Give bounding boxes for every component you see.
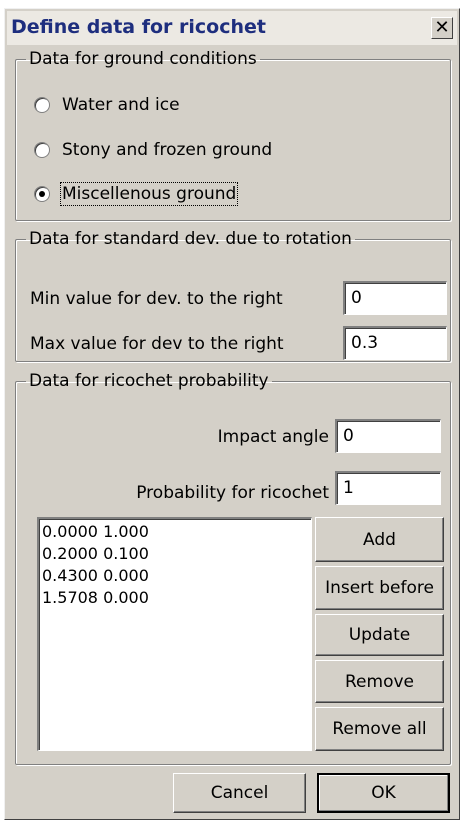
remove-all-button[interactable]: Remove all [315,707,444,751]
radio-button-icon[interactable] [34,142,50,158]
ok-button[interactable]: OK [317,773,450,813]
list-item[interactable]: 0.4300 0.000 [42,565,308,587]
radio-water-and-ice[interactable]: Water and ice [34,91,180,119]
rotation-deviation-group: Data for standard dev. due to rotation M… [15,229,451,362]
min-dev-label: Min value for dev. to the right [30,289,283,309]
probability-input[interactable]: 1 [335,471,441,505]
radio-stony-frozen-ground[interactable]: Stony and frozen ground [34,136,272,164]
cancel-button[interactable]: Cancel [173,773,306,813]
ricochet-probability-legend: Data for ricochet probability [29,371,269,391]
dialog-window: Define data for ricochet ✕ Data for grou… [4,8,460,820]
radio-button-selected-icon[interactable] [34,186,50,202]
radio-label: Miscellenous ground [59,182,239,206]
insert-before-button[interactable]: Insert before [315,566,444,610]
ricochet-data-listbox[interactable]: 0.0000 1.000 0.2000 0.100 0.4300 0.000 1… [37,517,312,751]
radio-miscellenous-ground[interactable]: Miscellenous ground [34,180,239,208]
add-button[interactable]: Add [315,517,444,562]
max-dev-input[interactable]: 0.3 [343,326,447,360]
list-item[interactable]: 0.2000 0.100 [42,543,308,565]
max-dev-label: Max value for dev to the right [30,334,284,354]
radio-label: Water and ice [62,95,180,115]
impact-angle-input[interactable]: 0 [335,419,441,453]
radio-label: Stony and frozen ground [62,140,273,160]
min-dev-input[interactable]: 0 [343,281,447,315]
list-item[interactable]: 0.0000 1.000 [42,521,308,543]
remove-button[interactable]: Remove [315,660,444,703]
window-title: Define data for ricochet [11,16,266,38]
ground-conditions-legend: Data for ground conditions [29,49,257,69]
close-button[interactable]: ✕ [431,17,453,39]
ground-conditions-group: Data for ground conditions Water and ice… [15,49,451,221]
list-item[interactable]: 1.5708 0.000 [42,587,308,609]
title-bar: Define data for ricochet ✕ [7,11,457,45]
update-button[interactable]: Update [315,614,444,656]
close-icon: ✕ [434,17,450,38]
rotation-deviation-legend: Data for standard dev. due to rotation [29,229,352,249]
radio-button-icon[interactable] [34,97,50,113]
probability-label: Probability for ricochet [136,483,329,503]
impact-angle-label: Impact angle [217,427,329,447]
radio-dot-icon [39,191,45,197]
